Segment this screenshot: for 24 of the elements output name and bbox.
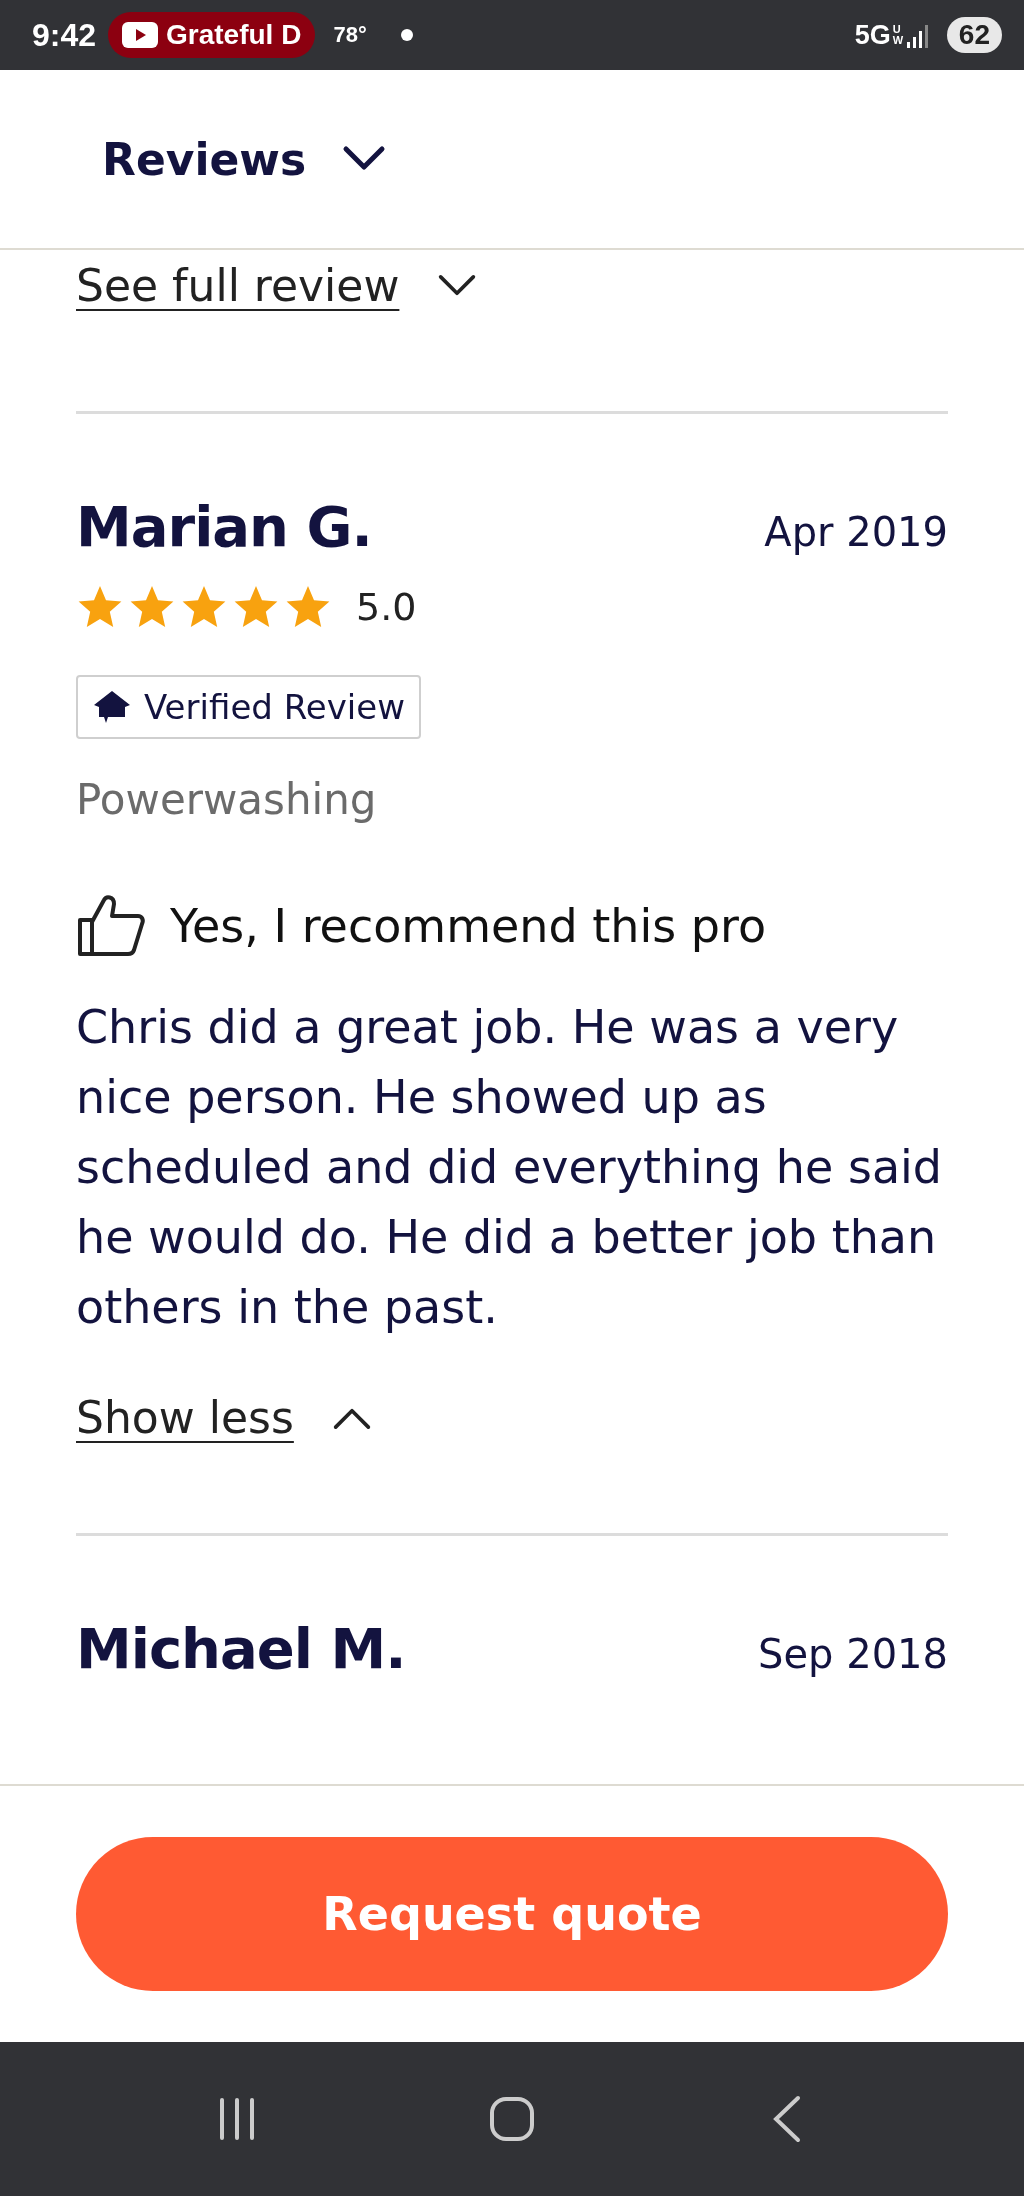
thumbs-up-icon	[76, 894, 146, 958]
show-less-link[interactable]: Show less	[76, 1392, 294, 1443]
network-label: 5G	[854, 19, 891, 51]
service-label: Powerwashing	[76, 775, 378, 824]
review-text: Chris did a great job. He was a very nice person. He showed up as scheduled and did everything he said he would do. He did a better job than others in the past.	[76, 999, 944, 1336]
review-date: Apr 2019	[764, 509, 948, 555]
recommendation-text: Yes, I recommend this pro	[170, 899, 767, 953]
reviews-dropdown[interactable]: Reviews	[102, 133, 387, 185]
rating-value: 5.0	[356, 585, 417, 629]
temperature: 78°	[333, 22, 367, 48]
house-icon	[92, 689, 132, 725]
notification-pill: Grateful D	[108, 12, 316, 58]
home-icon[interactable]	[487, 2094, 537, 2144]
reviewer-name: Marian G.	[76, 494, 372, 559]
clock: 9:42	[32, 16, 97, 54]
chevron-down-icon	[342, 145, 387, 173]
network-sub-label: UW	[892, 24, 903, 46]
battery-indicator: 62	[946, 17, 1002, 53]
reviewer-name: Michael M.	[76, 1616, 406, 1681]
see-full-review-link[interactable]: See full review	[76, 260, 400, 311]
review-date: Sep 2018	[758, 1631, 948, 1677]
dot-icon	[400, 29, 413, 41]
play-icon	[122, 22, 159, 48]
badge-label: Verified Review	[144, 687, 405, 727]
